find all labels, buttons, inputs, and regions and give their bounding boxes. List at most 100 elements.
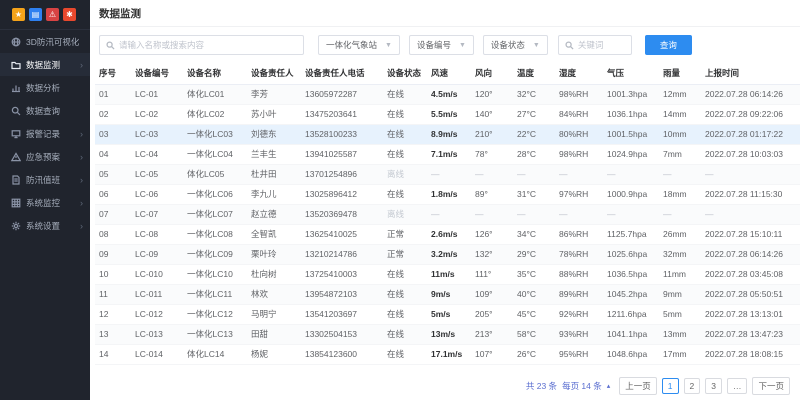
table-row[interactable]: 12LC-012一体化LC12马明宁13541203697在线5m/s205°4… bbox=[95, 304, 800, 324]
table-row[interactable]: 06LC-06一体化LC06李九儿13025896412在线1.8m/s89°3… bbox=[95, 184, 800, 204]
cell-index: 03 bbox=[95, 124, 131, 144]
cell-owner: 杜井田 bbox=[247, 164, 301, 184]
cell-temperature: 29°C bbox=[513, 244, 555, 264]
table-row[interactable]: 09LC-09一体化LC09栗叶玲13210214786正常3.2m/s132°… bbox=[95, 244, 800, 264]
chevron-right-icon: › bbox=[80, 221, 83, 231]
cell-device-name: 一体化LC10 bbox=[183, 264, 247, 284]
cell-report-time: 2022.07.28 05:50:51 bbox=[701, 284, 800, 304]
sidebar-item-warning[interactable]: 应急预案› bbox=[0, 145, 90, 168]
cell-device-code: LC-011 bbox=[131, 284, 183, 304]
filter-dropdown-1[interactable]: 设备编号▼ bbox=[409, 35, 474, 55]
table-row[interactable]: 01LC-01体化LC01李芳13605972287在线4.5m/s120°32… bbox=[95, 84, 800, 104]
cell-owner-phone: 13941025587 bbox=[301, 144, 383, 164]
page-ellipsis-button[interactable]: … bbox=[727, 378, 748, 394]
cell-rainfall: 12mm bbox=[659, 84, 701, 104]
cell-pressure: 1001.3hpa bbox=[603, 84, 659, 104]
prev-page-button[interactable]: 上一页 bbox=[619, 377, 657, 395]
cell-device-name: 一体化LC13 bbox=[183, 324, 247, 344]
sidebar-item-search[interactable]: 数据查询 bbox=[0, 99, 90, 122]
app-window: ★▤⚠✱ 3D防汛可视化数据监测›数据分析数据查询报警记录›应急预案›防汛值班›… bbox=[0, 0, 800, 400]
page-number-button[interactable]: 1 bbox=[662, 378, 679, 394]
keyword-placeholder: 关键词 bbox=[578, 39, 604, 51]
table-row[interactable]: 03LC-03一体化LC03刘德东13528100233在线8.9m/s210°… bbox=[95, 124, 800, 144]
table-row[interactable]: 07LC-07一体化LC07赵立德13520369478离线——————— bbox=[95, 204, 800, 224]
cell-pressure: 1211.6hpa bbox=[603, 304, 659, 324]
table-row[interactable]: 04LC-04一体化LC04兰丰生13941025587在线7.1m/s78°2… bbox=[95, 144, 800, 164]
cell-report-time: 2022.07.28 18:08:15 bbox=[701, 344, 800, 364]
page-number-button[interactable]: 3 bbox=[705, 378, 722, 394]
cell-status: 在线 bbox=[383, 344, 427, 364]
cell-owner-phone: 13605972287 bbox=[301, 84, 383, 104]
cell-wind-speed: — bbox=[427, 204, 471, 224]
filter-dropdown-2[interactable]: 设备状态▼ bbox=[483, 35, 548, 55]
cell-wind-dir: 210° bbox=[471, 124, 513, 144]
cell-status: 在线 bbox=[383, 284, 427, 304]
cell-owner: 杜向树 bbox=[247, 264, 301, 284]
cell-status: 在线 bbox=[383, 144, 427, 164]
monitor-icon bbox=[11, 129, 21, 139]
cell-device-code: LC-08 bbox=[131, 224, 183, 244]
cell-index: 13 bbox=[95, 324, 131, 344]
cell-humidity: 95%RH bbox=[555, 344, 603, 364]
cell-wind-speed: 5.5m/s bbox=[427, 104, 471, 124]
cell-report-time: 2022.07.28 15:10:11 bbox=[701, 224, 800, 244]
table-row[interactable]: 11LC-011一体化LC11林欢13954872103在线9m/s109°40… bbox=[95, 284, 800, 304]
table-row[interactable]: 08LC-08一体化LC08全智凯13625410025正常2.6m/s126°… bbox=[95, 224, 800, 244]
cell-wind-speed: 2.6m/s bbox=[427, 224, 471, 244]
sidebar-item-label: 报警记录 bbox=[26, 128, 60, 140]
cell-device-name: 一体化LC11 bbox=[183, 284, 247, 304]
sidebar-item-chart[interactable]: 数据分析 bbox=[0, 76, 90, 99]
dropdown-group: 一体化气象站▼ 设备编号▼ 设备状态▼ bbox=[304, 35, 548, 55]
cell-device-name: 体化LC14 bbox=[183, 344, 247, 364]
cell-pressure: 1001.5hpa bbox=[603, 124, 659, 144]
cell-pressure: 1036.1hpa bbox=[603, 104, 659, 124]
sidebar-item-document[interactable]: 防汛值班› bbox=[0, 168, 90, 191]
cell-wind-speed: 1.8m/s bbox=[427, 184, 471, 204]
cell-humidity: 89%RH bbox=[555, 284, 603, 304]
cell-owner: 马明宁 bbox=[247, 304, 301, 324]
table-row[interactable]: 13LC-013一体化LC13田甜13302504153在线13m/s213°5… bbox=[95, 324, 800, 344]
search-icon bbox=[11, 106, 21, 116]
keyword-input[interactable]: 关键词 bbox=[558, 35, 632, 55]
cell-report-time: 2022.07.28 03:45:08 bbox=[701, 264, 800, 284]
next-page-button[interactable]: 下一页 bbox=[752, 377, 790, 395]
device-table: 序号设备编号设备名称设备责任人设备责任人电话设备状态风速风向温度湿度气压雨量上报… bbox=[95, 62, 800, 365]
logo-gear-icon[interactable]: ✱ bbox=[63, 8, 76, 21]
page-title: 数据监测 bbox=[99, 6, 141, 21]
cell-wind-dir: 109° bbox=[471, 284, 513, 304]
col-header-report-time: 上报时间 bbox=[701, 62, 800, 84]
cell-status: 离线 bbox=[383, 204, 427, 224]
sidebar-item-monitor[interactable]: 报警记录› bbox=[0, 122, 90, 145]
cell-rainfall: 18mm bbox=[659, 184, 701, 204]
logo-alert-icon[interactable]: ⚠ bbox=[46, 8, 59, 21]
page-number-button[interactable]: 2 bbox=[684, 378, 701, 394]
cell-index: 12 bbox=[95, 304, 131, 324]
cell-temperature: 22°C bbox=[513, 124, 555, 144]
cell-rainfall: 32mm bbox=[659, 244, 701, 264]
search-input[interactable]: 请输入名称或搜索内容 bbox=[99, 35, 304, 55]
logo-star-icon[interactable]: ★ bbox=[12, 8, 25, 21]
sidebar-item-folder[interactable]: 数据监测› bbox=[0, 53, 90, 76]
gear-icon bbox=[11, 221, 21, 231]
query-button[interactable]: 查询 bbox=[645, 35, 692, 55]
sidebar-item-label: 数据分析 bbox=[26, 82, 60, 94]
cell-wind-speed: 9m/s bbox=[427, 284, 471, 304]
logo-file-icon[interactable]: ▤ bbox=[29, 8, 42, 21]
table-row[interactable]: 05LC-05体化LC05杜井田13701254896离线——————— bbox=[95, 164, 800, 184]
sidebar-item-gear[interactable]: 系统设置› bbox=[0, 214, 90, 237]
sidebar-item-grid[interactable]: 系统监控› bbox=[0, 191, 90, 214]
cell-temperature: 35°C bbox=[513, 264, 555, 284]
table-row[interactable]: 02LC-02体化LC02苏小叶13475203641在线5.5m/s140°2… bbox=[95, 104, 800, 124]
page-size-select[interactable]: 每页 14 条 bbox=[562, 380, 602, 392]
cell-pressure: 1048.6hpa bbox=[603, 344, 659, 364]
globe-icon bbox=[11, 37, 21, 47]
sidebar-item-globe[interactable]: 3D防汛可视化 bbox=[0, 30, 90, 53]
cell-index: 06 bbox=[95, 184, 131, 204]
cell-report-time: 2022.07.28 06:14:26 bbox=[701, 244, 800, 264]
table-row[interactable]: 10LC-010一体化LC10杜向树13725410003在线11m/s111°… bbox=[95, 264, 800, 284]
chevron-right-icon: › bbox=[80, 175, 83, 185]
filter-dropdown-0[interactable]: 一体化气象站▼ bbox=[318, 35, 400, 55]
table-row[interactable]: 14LC-014体化LC14杨妮13854123600在线17.1m/s107°… bbox=[95, 344, 800, 364]
cell-report-time: 2022.07.28 10:03:03 bbox=[701, 144, 800, 164]
cell-status: 在线 bbox=[383, 124, 427, 144]
